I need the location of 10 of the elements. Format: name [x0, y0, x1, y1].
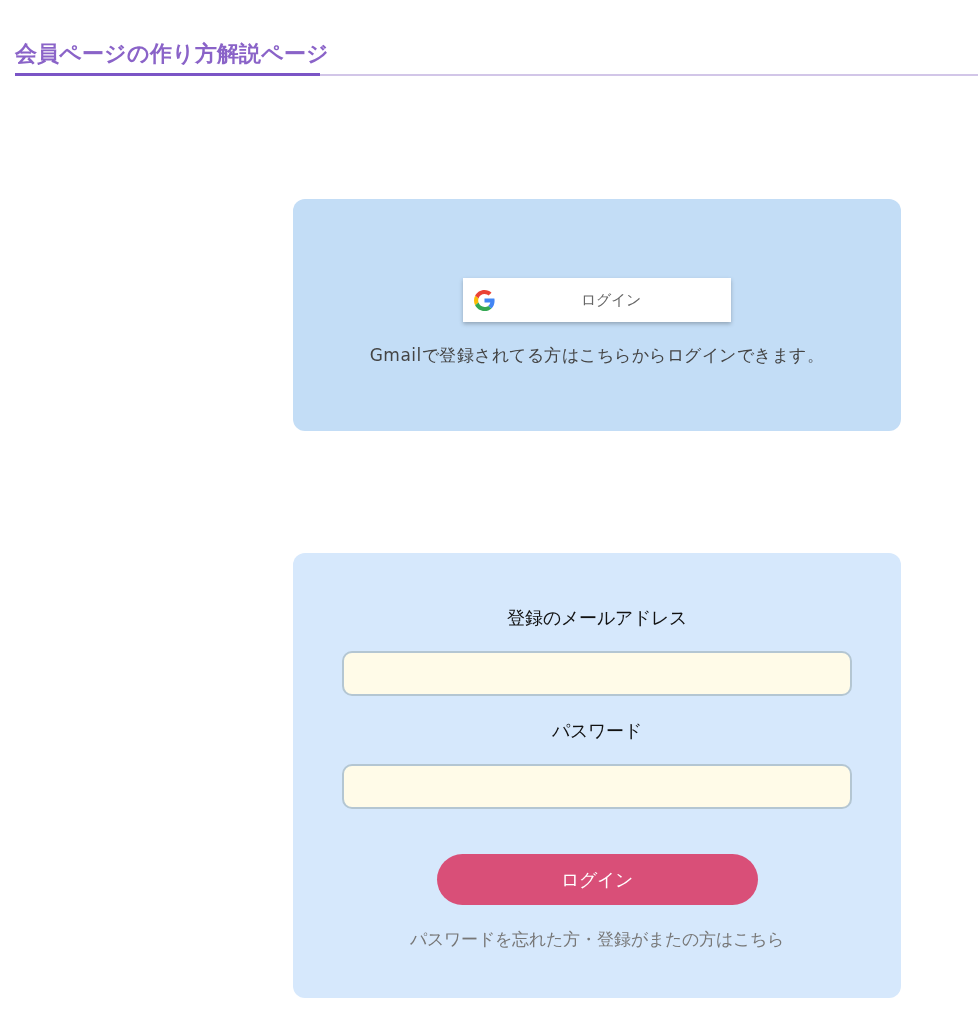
field-label: パスワード: [552, 719, 642, 743]
field-label: 登録のメールアドレス: [507, 606, 687, 630]
help-link[interactable]: パスワードを忘れた方・登録がまたの方はこちら: [410, 928, 784, 951]
login-button[interactable]: ログイン: [436, 854, 758, 905]
google-login-note: Gmailで登録されてる方はこちらからログインできます。: [369, 344, 825, 367]
input-field[interactable]: [342, 651, 852, 696]
google-login-button[interactable]: ログイン: [463, 278, 731, 322]
page-title: 会員ページの作り方解説ページ: [15, 40, 329, 68]
input-field[interactable]: [342, 764, 852, 809]
letter-g-icon: [474, 289, 495, 311]
